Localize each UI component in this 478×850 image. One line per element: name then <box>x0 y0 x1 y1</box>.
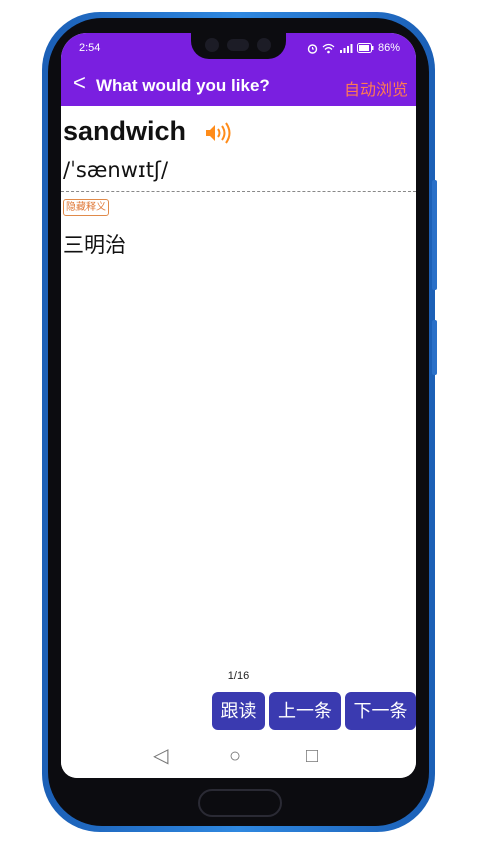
word-heading: sandwich <box>63 116 187 146</box>
status-bar: 2:54 86% <box>61 33 416 64</box>
signal-icon <box>339 43 353 53</box>
meaning-text: 三明治 <box>63 234 126 257</box>
battery-icon <box>356 43 374 53</box>
nav-recents-icon[interactable]: □ <box>306 746 318 766</box>
speaker-icon[interactable] <box>204 122 234 144</box>
nav-back-icon[interactable]: ◁ <box>153 746 168 766</box>
nav-home-icon[interactable]: ○ <box>229 746 241 766</box>
hide-meaning-button[interactable]: 隐藏释义 <box>63 199 109 216</box>
divider <box>61 191 416 192</box>
page-title: What would you like? <box>96 76 270 95</box>
next-button[interactable]: 下一条 <box>345 692 416 730</box>
system-nav-bar: ◁ ○ □ <box>61 738 416 778</box>
phonetic-text: /ˈsænwɪtʃ/ <box>63 158 169 182</box>
page-counter: 1/16 <box>227 670 250 682</box>
battery-percent: 86% <box>377 42 400 54</box>
home-button[interactable] <box>198 789 282 817</box>
screen: 2:54 86% < What would you like? 自动浏览 san… <box>61 33 416 778</box>
auto-browse-button[interactable]: 自动浏览 <box>344 76 408 100</box>
camera-icon <box>257 38 271 52</box>
sensor-icon <box>227 39 249 51</box>
camera-notch <box>191 33 286 59</box>
volume-button <box>432 320 437 375</box>
power-button <box>432 180 437 290</box>
status-time: 2:54 <box>79 42 101 54</box>
camera-icon <box>205 38 219 52</box>
wifi-icon <box>322 43 335 53</box>
app-bar: < What would you like? 自动浏览 <box>61 64 416 106</box>
previous-button[interactable]: 上一条 <box>269 692 341 730</box>
status-icons: 86% <box>307 42 400 54</box>
follow-read-button[interactable]: 跟读 <box>212 692 265 730</box>
back-button[interactable]: < <box>73 72 86 94</box>
alarm-icon <box>307 43 318 54</box>
